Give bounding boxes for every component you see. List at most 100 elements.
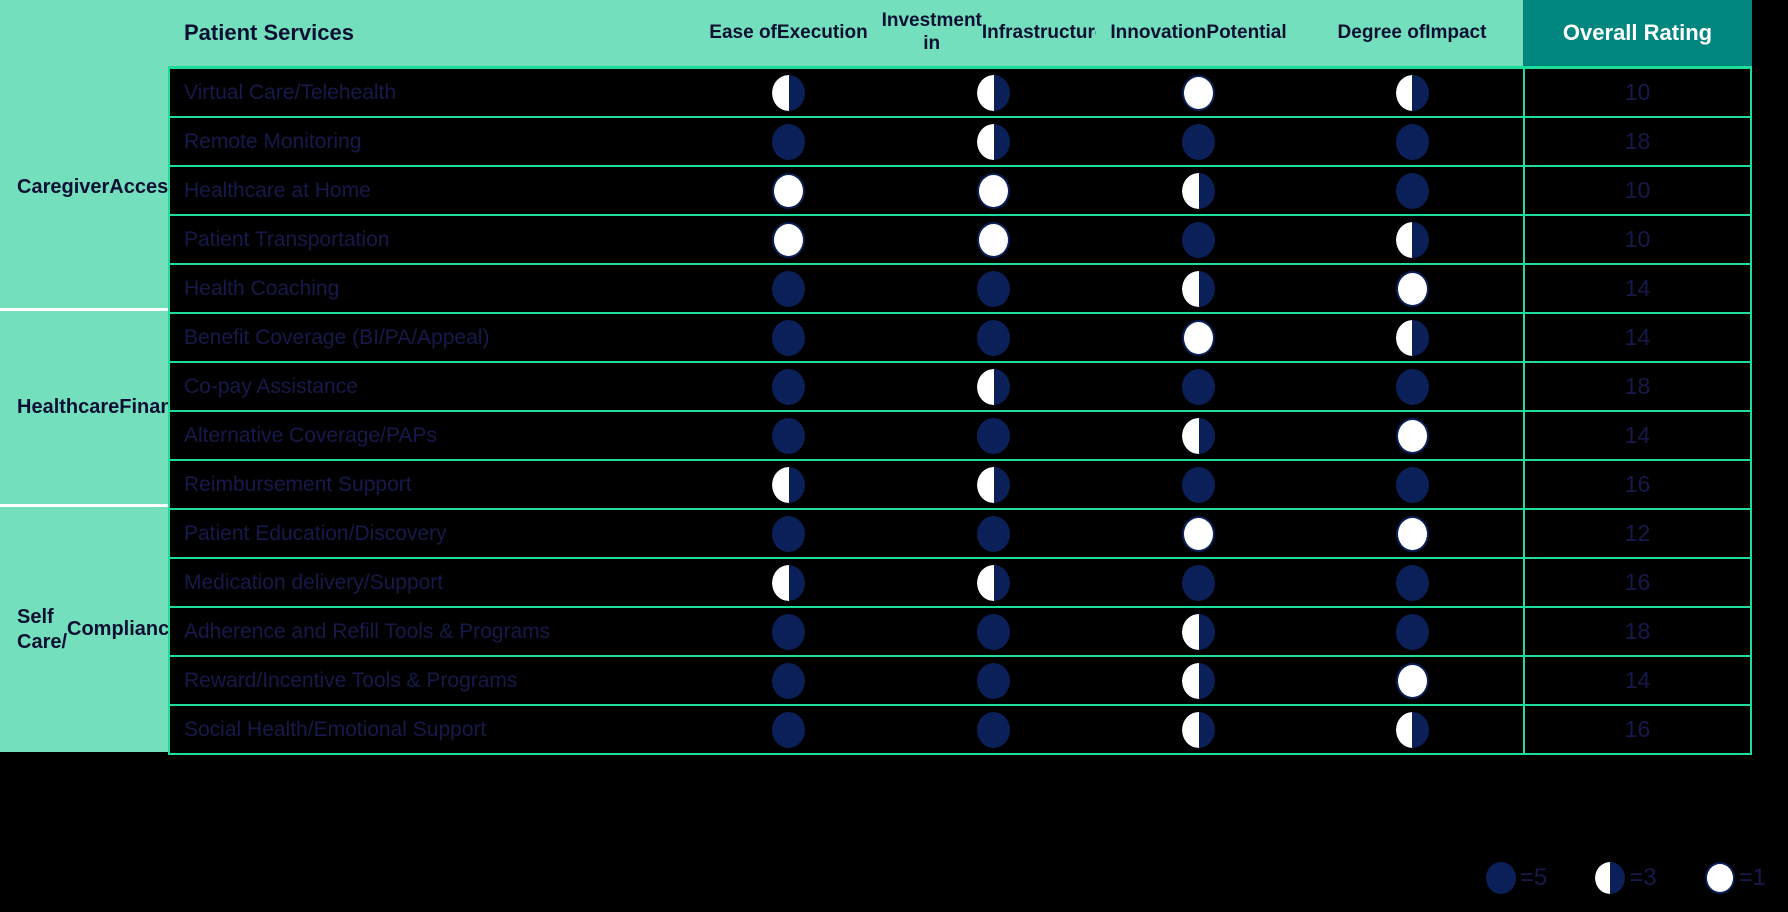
full-circle-icon	[977, 711, 1010, 748]
header-patient-services: Patient Services	[168, 0, 686, 66]
table-row[interactable]: Remote Monitoring 18	[168, 118, 1752, 167]
score-cell	[1096, 363, 1301, 410]
table-row[interactable]: Virtual Care/Telehealth 10	[168, 69, 1752, 118]
empty-circle-icon	[772, 172, 805, 209]
half-circle-icon	[977, 123, 1010, 160]
full-circle-icon	[772, 613, 805, 650]
service-name-cell: Reward/Incentive Tools & Programs	[168, 657, 686, 704]
legend-label: =5	[1519, 864, 1548, 891]
empty-circle-icon	[1395, 515, 1429, 552]
table-row[interactable]: Medication delivery/Support 16	[168, 559, 1752, 608]
overall-rating-cell: 16	[1523, 461, 1752, 508]
empty-circle-icon	[977, 172, 1010, 209]
full-circle-icon	[977, 515, 1010, 552]
table-column: Patient Services Ease of Execution Invest…	[168, 0, 1752, 755]
score-cell	[891, 167, 1096, 214]
score-cell	[891, 657, 1096, 704]
score-cell	[1096, 167, 1301, 214]
score-cell	[686, 216, 891, 263]
full-circle-icon	[772, 123, 805, 160]
table-row[interactable]: Benefit Coverage (BI/PA/Appeal) 14	[168, 314, 1752, 363]
score-cell	[891, 265, 1096, 312]
legend-label: =1	[1738, 864, 1766, 891]
table-row[interactable]: Patient Transportation 10	[168, 216, 1752, 265]
legend-item: =5	[1485, 862, 1548, 894]
score-cell	[891, 510, 1096, 557]
category-cell: Healthcare Financing	[0, 311, 214, 507]
full-circle-icon	[1395, 123, 1429, 160]
half-circle-icon	[772, 466, 805, 503]
score-cell	[1096, 314, 1301, 361]
empty-circle-icon	[1704, 862, 1735, 894]
category-label-line: Compliance	[67, 618, 181, 641]
table-row[interactable]: Adherence and Refill Tools & Programs 18	[168, 608, 1752, 657]
category-header-spacer	[0, 0, 168, 66]
score-cell	[1301, 510, 1523, 557]
half-circle-icon	[1182, 270, 1215, 307]
half-circle-icon	[977, 564, 1010, 601]
category-label-line: Self Care/	[17, 606, 68, 653]
category-cell: Caregiver Access	[0, 66, 179, 311]
header-label-line: Impact	[1425, 21, 1487, 43]
score-cell	[1301, 608, 1523, 655]
table-row[interactable]: Reward/Incentive Tools & Programs 14	[168, 657, 1752, 706]
full-circle-icon	[772, 515, 805, 552]
score-cell	[686, 167, 891, 214]
half-circle-icon	[977, 466, 1010, 503]
half-circle-icon	[1182, 172, 1215, 209]
service-name-cell: Medication delivery/Support	[168, 559, 686, 606]
overall-rating-cell: 10	[1523, 167, 1752, 214]
score-cell	[1301, 412, 1523, 459]
full-circle-icon	[977, 319, 1010, 356]
score-cell	[891, 314, 1096, 361]
score-cell	[1096, 69, 1301, 116]
score-cell	[1301, 216, 1523, 263]
table-row[interactable]: Health Coaching 14	[168, 265, 1752, 314]
header-investment-in-infrastructure: Investment in Infrastructure	[882, 0, 1105, 66]
service-name-cell: Patient Education/Discovery	[168, 510, 686, 557]
score-cell	[891, 363, 1096, 410]
service-name-cell: Patient Transportation	[168, 216, 686, 263]
table-row[interactable]: Healthcare at Home 10	[168, 167, 1752, 216]
score-cell	[1096, 510, 1301, 557]
full-circle-icon	[772, 662, 805, 699]
score-cell	[686, 265, 891, 312]
table-row[interactable]: Patient Education/Discovery 12	[168, 510, 1752, 559]
score-cell	[1301, 559, 1523, 606]
score-cell	[1301, 657, 1523, 704]
table-body: Virtual Care/Telehealth 10 Remote Monitori…	[168, 69, 1752, 755]
empty-circle-icon	[772, 221, 805, 258]
empty-circle-icon	[1395, 417, 1429, 454]
table-row[interactable]: Reimbursement Support 16	[168, 461, 1752, 510]
full-circle-icon	[772, 270, 805, 307]
category-label-line: Healthcare	[17, 396, 120, 419]
full-circle-icon	[1182, 564, 1215, 601]
full-circle-icon	[1395, 564, 1429, 601]
score-cell	[1096, 559, 1301, 606]
empty-circle-icon	[1395, 270, 1429, 307]
category-column: Caregiver Access Healthcare Financing Self C…	[0, 0, 214, 755]
overall-rating-cell: 16	[1523, 559, 1752, 606]
overall-rating-cell: 10	[1523, 216, 1752, 263]
service-name-cell: Healthcare at Home	[168, 167, 686, 214]
table-row[interactable]: Social Health/Emotional Support 16	[168, 706, 1752, 755]
score-cell	[686, 412, 891, 459]
table-row[interactable]: Alternative Coverage/PAPs 14	[168, 412, 1752, 461]
full-circle-icon	[1485, 862, 1516, 894]
score-cell	[1096, 118, 1301, 165]
full-circle-icon	[1395, 172, 1429, 209]
service-name-cell: Reimbursement Support	[168, 461, 686, 508]
score-cell	[1301, 265, 1523, 312]
half-circle-icon	[977, 74, 1010, 111]
half-circle-icon	[1182, 711, 1215, 748]
empty-circle-icon	[1182, 319, 1215, 356]
score-cell	[1301, 363, 1523, 410]
full-circle-icon	[977, 613, 1010, 650]
overall-rating-cell: 18	[1523, 608, 1752, 655]
table-row[interactable]: Co-pay Assistance 18	[168, 363, 1752, 412]
half-circle-icon	[1595, 862, 1626, 894]
half-circle-icon	[1182, 417, 1215, 454]
full-circle-icon	[1182, 123, 1215, 160]
score-cell	[1096, 608, 1301, 655]
full-circle-icon	[772, 319, 805, 356]
